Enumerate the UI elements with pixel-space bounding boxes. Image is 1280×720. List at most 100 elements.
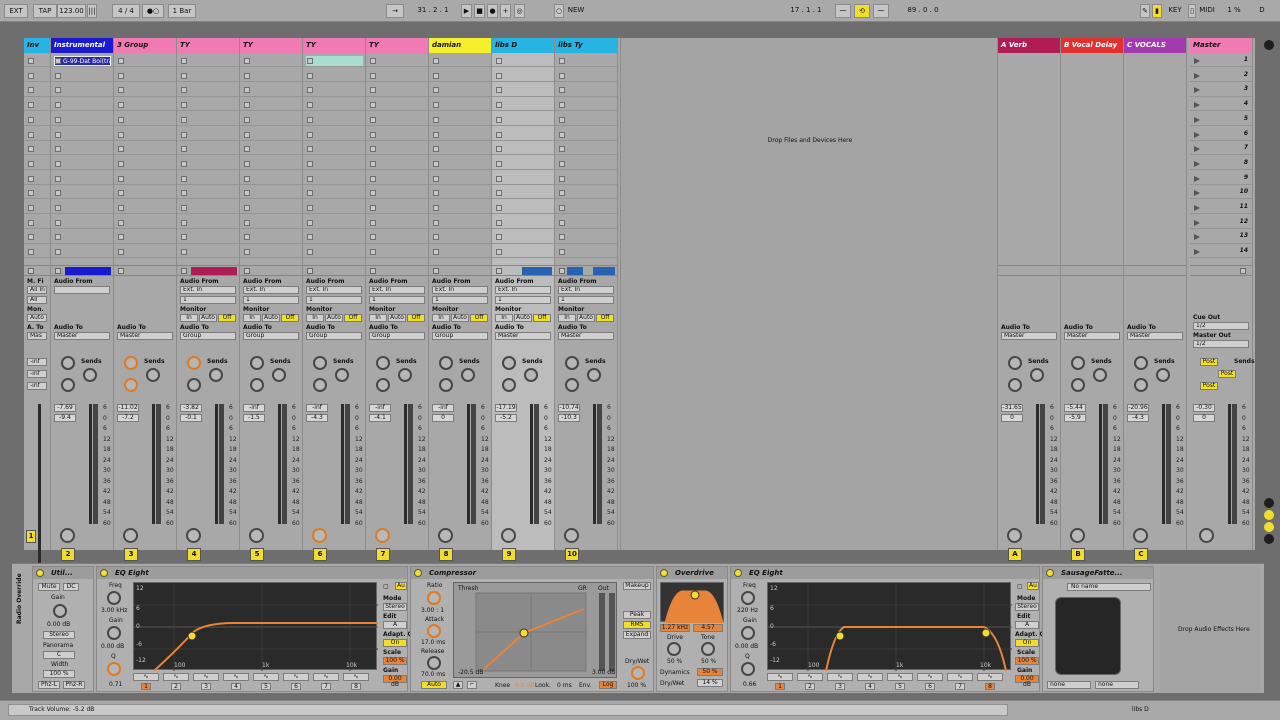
clip-slot[interactable] [114,130,176,141]
clip-slot[interactable] [51,130,113,141]
clip-stop-icon[interactable] [244,249,250,256]
mode-select[interactable]: Stereo [383,603,407,611]
monitor-auto-button[interactable]: Auto [577,314,595,322]
volume-fader[interactable] [156,404,161,524]
edit-select[interactable]: A [1015,621,1039,629]
scene-launch-icon[interactable] [1194,160,1200,167]
scene-launch[interactable]: 6 [1190,130,1252,141]
tone-knob[interactable] [701,642,715,656]
clip-slot[interactable] [429,56,491,68]
eq-band-toggle[interactable]: 5 [261,683,271,690]
clip-stop-icon[interactable] [559,205,565,211]
clip-slot[interactable] [555,203,617,215]
clip-stop-icon[interactable] [370,160,376,167]
clip-slot[interactable] [177,144,239,156]
clip-stop-icon[interactable] [307,234,313,241]
stop-all-clips-icon[interactable] [496,268,502,274]
clip-slot[interactable] [492,203,554,215]
send-b-knob[interactable] [1093,368,1107,382]
return-activator-button[interactable]: A [1008,548,1022,561]
track-header[interactable]: 3 Group [114,38,176,53]
clip-stop-icon[interactable] [433,102,439,109]
clip-stop-icon[interactable] [28,72,34,79]
scene-launch[interactable]: 10 [1190,188,1252,200]
send-b-knob[interactable] [335,368,349,382]
clip-slot[interactable] [24,247,50,259]
clip-slot[interactable] [177,247,239,259]
audition-button[interactable]: Au [395,582,407,590]
clip-slot[interactable] [114,188,176,200]
clip-stop-icon[interactable] [118,116,124,123]
clip-slot[interactable] [492,218,554,229]
track-volume-field[interactable]: -10.74 [558,404,580,412]
clip-stop-icon[interactable] [118,160,124,167]
clip-stop-icon[interactable] [370,249,376,256]
clip-stop-icon[interactable] [118,102,124,109]
send-b-knob[interactable] [587,368,601,382]
clip-stop-icon[interactable] [28,116,34,123]
clip-stop-icon[interactable] [118,87,124,94]
clip-slot[interactable] [240,218,302,229]
clip-stop-icon[interactable] [28,146,34,153]
clip-stop-icon[interactable] [559,234,565,241]
monitor-in-button[interactable]: In [369,314,387,322]
scene-launch[interactable]: 3 [1190,85,1252,97]
pan-knob[interactable] [312,528,327,543]
clip-slot[interactable] [51,218,113,229]
clip-stop-icon[interactable] [433,58,439,64]
release-knob[interactable] [427,656,441,670]
eq-band-filter-select[interactable]: ∿ [947,673,973,681]
master-header[interactable]: Master [1190,38,1252,53]
post-button-a[interactable]: Post [1200,358,1218,366]
track-activator-button[interactable]: 7 [376,548,390,561]
clip-stop-icon[interactable] [118,190,124,197]
audition-icon[interactable]: ▢ [383,583,389,590]
audio-to-select[interactable]: Master [1001,332,1057,340]
panorama-field[interactable]: C [43,651,75,659]
monitor-in-button[interactable]: In [243,314,261,322]
clip-stop-icon[interactable] [496,58,502,64]
input-channel-select[interactable]: 1 [558,296,614,304]
clip-stop-icon[interactable] [496,131,502,138]
clip-stop-icon[interactable] [55,131,61,138]
monitor-off-button[interactable]: Off [596,314,614,322]
clip-slot[interactable] [51,174,113,185]
clip-stop-icon[interactable] [244,58,250,64]
eq-band-toggle[interactable]: 7 [321,683,331,690]
send-a-knob[interactable] [187,356,201,370]
clip-slot[interactable] [555,56,617,68]
view-toggle-icon[interactable] [1264,40,1274,50]
clip-stop-icon[interactable] [433,87,439,94]
clip-slot[interactable] [51,203,113,215]
mute-button[interactable]: Mute [38,583,60,591]
clip-slot[interactable] [366,188,428,200]
clip-stop-icon[interactable] [55,249,61,256]
dynamics-field[interactable]: 50 % [697,668,723,676]
clip-slot[interactable] [114,71,176,82]
clip-slot[interactable] [429,144,491,156]
clip-slot[interactable] [555,174,617,185]
clip-stop-icon[interactable] [28,219,34,226]
pan-knob[interactable] [60,528,75,543]
audio-to-select[interactable]: Master [1127,332,1183,340]
audio-to-select[interactable]: Master [1064,332,1120,340]
clip-stop-icon[interactable] [28,87,34,94]
track-header[interactable]: Instrumental [51,38,113,53]
eq-band-toggle[interactable]: 6 [925,683,935,690]
midi-channel-select[interactable]: All [27,296,47,304]
scene-launch-icon[interactable] [1194,72,1200,79]
clip-slot[interactable] [366,85,428,97]
clip-stop-icon[interactable] [370,190,376,197]
clip-stop-icon[interactable] [28,249,34,256]
send-b-knob[interactable] [272,368,286,382]
clip-slot[interactable] [24,100,50,112]
drop-files-zone[interactable]: Drop Files and Devices Here [621,56,999,262]
attack-knob[interactable] [427,624,441,638]
midi-map-button[interactable]: MIDI [1196,4,1218,18]
clip-slot[interactable] [177,218,239,229]
return-volume-field[interactable]: -20.96 [1127,404,1149,412]
eq-band-toggle[interactable]: 1 [775,683,785,690]
eq-band-filter-select[interactable]: ∿ [343,673,369,681]
audio-to-select[interactable]: Group [432,332,488,340]
clip-stop-icon[interactable] [181,146,187,153]
